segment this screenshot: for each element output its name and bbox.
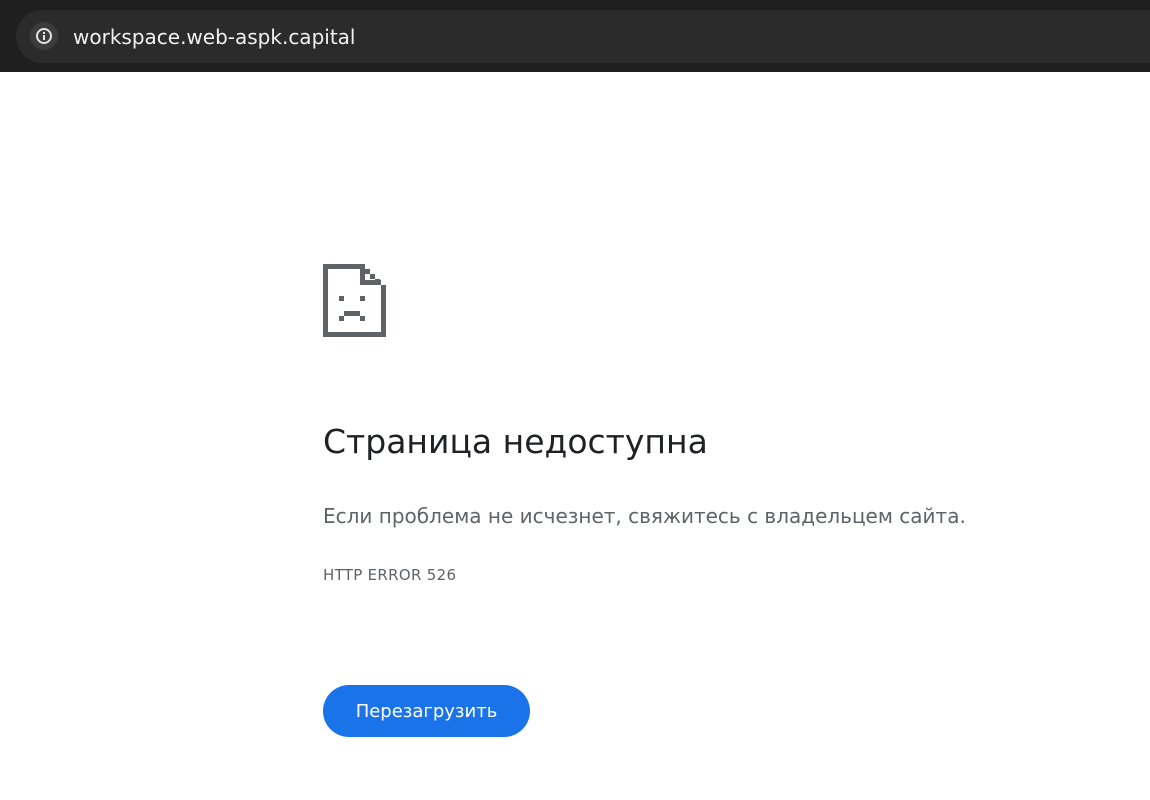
reload-button[interactable]: Перезагрузить <box>323 685 530 737</box>
address-bar[interactable]: workspace.web-aspk.capital <box>16 10 1150 63</box>
sad-page-icon <box>323 264 386 337</box>
site-info-button[interactable] <box>30 22 58 50</box>
browser-toolbar: workspace.web-aspk.capital <box>0 0 1150 72</box>
info-icon <box>36 28 52 44</box>
error-title: Страница недоступна <box>323 422 708 461</box>
error-message: Если проблема не исчезнет, свяжитесь с в… <box>323 504 966 528</box>
error-code: HTTP ERROR 526 <box>323 566 457 584</box>
error-page: Страница недоступна Если проблема не исч… <box>323 264 1083 737</box>
url-text[interactable]: workspace.web-aspk.capital <box>73 24 355 50</box>
